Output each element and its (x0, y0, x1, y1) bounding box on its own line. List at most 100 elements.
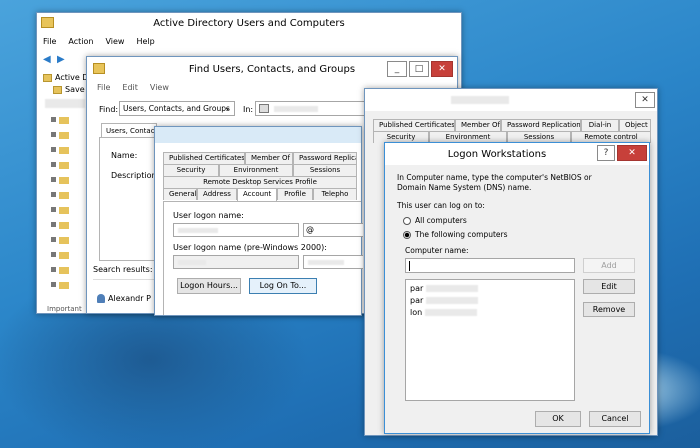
minimize-button[interactable]: _ (387, 61, 407, 77)
log-on-to-label: Log On To... (259, 281, 307, 290)
tree-expander-list (51, 115, 56, 287)
find-menu-edit[interactable]: Edit (122, 83, 138, 92)
props-back-title (451, 96, 509, 104)
domain-icon (259, 104, 269, 113)
maximize-button[interactable]: □ (409, 61, 429, 77)
add-button[interactable]: Add (583, 258, 635, 273)
tab-member-of[interactable]: Member Of (245, 152, 293, 164)
list-item[interactable]: lon (410, 308, 478, 317)
tab-sessions[interactable]: Sessions (293, 164, 357, 176)
tab-object[interactable]: Object (619, 119, 651, 131)
tab-security[interactable]: Security (163, 164, 219, 176)
tab-remote-desktop-profile[interactable]: Remote Desktop Services Profile (163, 176, 357, 188)
ad-menu-view[interactable]: View (105, 37, 124, 46)
cancel-button[interactable]: Cancel (589, 411, 641, 427)
result-user-name: Alexandr P (108, 294, 151, 303)
tab-environment[interactable]: Environment (219, 164, 293, 176)
pre2000-logon-label: User logon name (pre-Windows 2000): (173, 243, 327, 252)
log-on-to-button[interactable]: Log On To... (249, 278, 317, 294)
computer-entry-prefix: lon (410, 308, 423, 317)
find-type-value: Users, Contacts, and Groups (123, 104, 230, 113)
find-menu-bar: File Edit View (97, 83, 169, 92)
ok-button[interactable]: OK (535, 411, 581, 427)
help-button[interactable]: ? (597, 145, 615, 161)
find-title-bar[interactable]: Find Users, Contacts, and Groups _ □ ✕ (87, 57, 457, 81)
edit-label: Edit (601, 282, 617, 291)
find-label: Find: (99, 105, 119, 114)
logon-name-value (178, 228, 218, 233)
logon-hours-button[interactable]: Logon Hours... (177, 278, 241, 294)
user-logon-name-label: User logon name: (173, 211, 244, 220)
ad-menu-file[interactable]: File (43, 37, 56, 46)
pre2000-logon-input[interactable] (303, 255, 363, 269)
back-arrow-icon[interactable]: ◀ (43, 54, 51, 65)
logon-hours-label: Logon Hours... (180, 281, 238, 290)
tab-row-3: Remote Desktop Services Profile (163, 176, 357, 188)
tree-item-saved-queries[interactable]: Save (65, 85, 85, 94)
ad-app-icon (41, 17, 54, 28)
ad-menu-action[interactable]: Action (68, 37, 93, 46)
tab-dial-in[interactable]: Dial-in (581, 119, 619, 131)
computer-entry-redacted (425, 309, 478, 316)
tab-row-1: Published Certificates Member Of Passwor… (163, 152, 357, 164)
tab-general[interactable]: General (163, 188, 197, 200)
radio-all-label: All computers (415, 216, 467, 225)
status-text: Important (47, 305, 82, 313)
remove-label: Remove (592, 305, 626, 314)
edit-button[interactable]: Edit (583, 279, 635, 294)
list-item[interactable]: par (410, 296, 479, 305)
remove-button[interactable]: Remove (583, 302, 635, 317)
logon-domain-select[interactable]: @ (303, 223, 363, 237)
name-label: Name: (111, 151, 138, 160)
find-menu-file[interactable]: File (97, 83, 110, 92)
tree-item-domain[interactable] (45, 99, 85, 108)
user-logon-name-input[interactable] (173, 223, 299, 237)
find-tab-users[interactable]: Users, Contac (101, 123, 157, 137)
radio-checked-icon (403, 230, 411, 239)
result-row[interactable]: Alexandr P (97, 294, 151, 303)
computer-list[interactable]: par par lon (405, 279, 575, 401)
pre2000-domain-field (173, 255, 299, 269)
tab-telephones[interactable]: Telepho (313, 188, 357, 200)
computer-entry-prefix: par (410, 296, 424, 305)
can-log-on-label: This user can log on to: (397, 201, 485, 210)
ad-tree-pane: Active D Save (39, 69, 91, 305)
tab-password-replication[interactable]: Password Replication (293, 152, 357, 164)
radio-following-computers[interactable]: The following computers (403, 230, 508, 239)
tab-published-certificates[interactable]: Published Certificates (373, 119, 455, 131)
logon-ws-title-bar[interactable]: Logon Workstations ? ✕ (385, 143, 649, 165)
ad-window-title: Active Directory Users and Computers (153, 17, 345, 29)
text-caret (409, 261, 410, 271)
pre2000-domain-value (178, 260, 206, 265)
description-label: Description: (111, 171, 160, 180)
radio-all-computers[interactable]: All computers (403, 216, 467, 225)
help-icon: ? (603, 148, 609, 158)
props-back-tab-row-1: Published Certificates Member Of Passwor… (373, 119, 651, 131)
close-button[interactable]: ✕ (431, 61, 453, 77)
tab-row-4: General Address Account Profile Telepho (163, 188, 357, 201)
tab-published-certificates[interactable]: Published Certificates (163, 152, 245, 164)
find-type-select[interactable]: Users, Contacts, and Groups ⌄ (119, 101, 235, 116)
tab-member-of[interactable]: Member Of (455, 119, 501, 131)
chevron-down-icon: ⌄ (224, 103, 231, 112)
tab-password-replication[interactable]: Password Replication (501, 119, 581, 131)
results-list: Alexandr P (93, 279, 155, 313)
list-item[interactable]: par (410, 284, 479, 293)
tab-address[interactable]: Address (197, 188, 237, 200)
forward-arrow-icon[interactable]: ▶ (57, 54, 65, 65)
in-location-select[interactable] (255, 101, 375, 116)
computer-entry-redacted (426, 297, 479, 304)
close-button[interactable]: ✕ (617, 145, 647, 161)
search-results-label: Search results: (93, 265, 153, 274)
user-props-title-bar[interactable] (155, 127, 361, 143)
ad-title-bar[interactable]: Active Directory Users and Computers (37, 13, 461, 33)
tab-account[interactable]: Account (237, 188, 277, 201)
ad-menu-bar: File Action View Help (43, 37, 155, 46)
props-back-title-bar[interactable]: ✕ (365, 89, 657, 111)
tree-item-active-directory[interactable]: Active D (55, 73, 88, 82)
find-menu-view[interactable]: View (150, 83, 169, 92)
ad-menu-help[interactable]: Help (136, 37, 154, 46)
close-button[interactable]: ✕ (635, 92, 655, 108)
computer-name-input[interactable] (405, 258, 575, 273)
tab-profile[interactable]: Profile (277, 188, 313, 200)
